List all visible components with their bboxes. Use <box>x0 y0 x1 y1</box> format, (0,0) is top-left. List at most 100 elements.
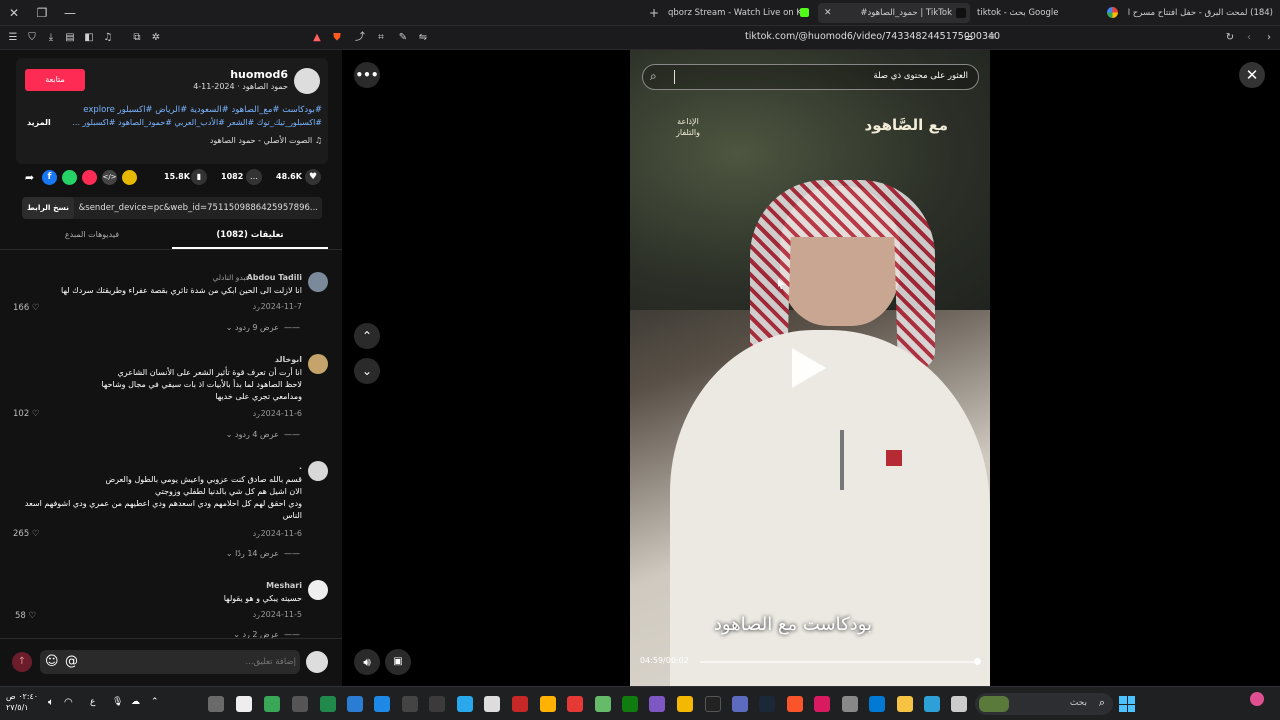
extensions-icon[interactable]: ✲ <box>148 30 164 46</box>
app-settings-icon[interactable] <box>236 696 252 712</box>
comment-like[interactable]: 166 ♡ <box>13 303 40 313</box>
previous-video-button[interactable]: ⌃ <box>354 323 380 349</box>
tab-google[interactable]: tiktok - بحث Google <box>977 3 1097 23</box>
alert-icon[interactable]: ▲ <box>309 30 325 46</box>
app-xbox-icon[interactable] <box>622 696 638 712</box>
tray-chevron-icon[interactable]: ⌃ <box>151 697 159 707</box>
speaker-icon[interactable]: 🔈︎ <box>48 697 54 708</box>
my-avatar[interactable] <box>306 651 328 673</box>
app-green-icon[interactable] <box>595 696 611 712</box>
comment-author[interactable]: . <box>299 462 302 471</box>
next-video-button[interactable]: ⌄ <box>354 358 380 384</box>
forward-icon[interactable]: ‹ <box>1241 30 1257 46</box>
reply-button[interactable]: رد <box>253 610 260 619</box>
app-blue-icon[interactable] <box>374 696 390 712</box>
wifi-icon[interactable]: ◠ <box>64 697 73 708</box>
more-caption-button[interactable]: المزيد <box>27 118 51 127</box>
video-player[interactable]: ⌕ العثور على محتوى ذي صلة مع الصَّاهود ا… <box>630 50 990 686</box>
tab-creator-videos[interactable]: فيديوهات المبدع <box>14 230 170 248</box>
whatsapp-icon[interactable] <box>62 170 77 185</box>
author-avatar[interactable] <box>294 68 320 94</box>
screenshot-icon[interactable]: ⧉ <box>129 30 145 46</box>
reply-button[interactable]: رد <box>253 529 260 538</box>
brave-shield-icon[interactable]: ⛊ <box>329 30 345 46</box>
app-purple-icon[interactable] <box>649 696 665 712</box>
shield-icon[interactable]: ⛉ <box>24 30 40 46</box>
start-icon[interactable] <box>1119 696 1135 712</box>
bookmark-icon[interactable]: ⌑ <box>984 30 1000 46</box>
app-pink-icon[interactable] <box>814 696 830 712</box>
app-steam-icon[interactable] <box>484 696 500 712</box>
comment-icon[interactable]: … <box>246 169 262 185</box>
minimize-window-icon[interactable]: — <box>61 4 79 22</box>
app-telegram-icon[interactable] <box>457 696 473 712</box>
music-icon[interactable]: ♫ <box>100 30 116 46</box>
comment-avatar[interactable] <box>308 354 328 374</box>
tune-icon[interactable]: ⚌ <box>961 30 977 46</box>
app-pdf-icon[interactable] <box>567 696 583 712</box>
pip-icon[interactable]: ▣ <box>385 649 411 675</box>
play-icon[interactable] <box>792 348 826 388</box>
view-replies-button[interactable]: —— عرض 9 ردود ⌄ <box>226 323 300 332</box>
cloud-icon[interactable]: ☁ <box>131 697 140 707</box>
tab-comments[interactable]: تعليقات (1082) <box>172 230 328 248</box>
reply-button[interactable]: رد <box>253 302 260 311</box>
app-opera-icon[interactable] <box>512 696 528 712</box>
share-icon[interactable]: ⤴ <box>352 30 368 46</box>
new-tab-button[interactable]: + <box>645 4 663 22</box>
reload-icon[interactable]: ↻ <box>1222 30 1238 46</box>
comment-avatar[interactable] <box>308 461 328 481</box>
facebook-icon[interactable]: f <box>42 170 57 185</box>
app-cube-icon[interactable] <box>842 696 858 712</box>
follow-button[interactable]: متابعة <box>25 69 85 91</box>
app-store-icon[interactable] <box>869 696 885 712</box>
menu-icon[interactable]: ☰ <box>5 30 21 46</box>
app-grey-icon[interactable] <box>429 696 445 712</box>
sound-label[interactable]: ♫ الصوت الأصلي - حمود الصاهود <box>210 136 322 145</box>
app-dark-icon[interactable] <box>402 696 418 712</box>
app-excel-icon[interactable] <box>320 696 336 712</box>
comment-like[interactable]: 102 ♡ <box>13 409 40 419</box>
app-tool-icon[interactable] <box>292 696 308 712</box>
language-indicator[interactable]: ع <box>90 697 95 707</box>
reply-button[interactable]: رد <box>253 409 260 418</box>
app-chrome-icon[interactable] <box>264 696 280 712</box>
restore-window-icon[interactable]: ❐ <box>33 4 51 22</box>
app-discord-icon[interactable] <box>732 696 748 712</box>
crop-icon[interactable]: ⌗ <box>373 30 389 46</box>
post-comment-button[interactable]: ↑ <box>12 652 32 672</box>
author-username[interactable]: huomod6 <box>230 68 288 81</box>
comment-author[interactable]: ابوخالد <box>275 355 302 364</box>
comment-like[interactable]: 265 ♡ <box>13 529 40 539</box>
app-steam2-icon[interactable] <box>759 696 775 712</box>
tab-youtube[interactable]: (184) لمحت البرق - حفل افتتاح مسرح ا... <box>1128 3 1273 23</box>
close-tab-icon[interactable]: ✕ <box>824 3 832 23</box>
embed-icon[interactable]: </> <box>102 170 117 185</box>
app-word-icon[interactable] <box>347 696 363 712</box>
app-notepad-icon[interactable] <box>208 696 224 712</box>
app-taskview-icon[interactable] <box>951 696 967 712</box>
like-icon[interactable]: ♥ <box>305 169 321 185</box>
reader-icon[interactable]: ▤ <box>62 30 78 46</box>
taskbar-search[interactable]: بحث ⌕ <box>975 693 1113 715</box>
video-link-text[interactable]: ...p=1&sender_device=pc&web_id=751150988… <box>78 203 318 213</box>
back-icon[interactable]: › <box>1261 30 1277 46</box>
clock[interactable]: ٠٢:٤٠ ص ٢٧/٥/١ <box>6 691 38 713</box>
comment-input[interactable] <box>86 653 296 671</box>
app-terminal-icon[interactable] <box>705 696 721 712</box>
comment-like[interactable]: 58 ♡ <box>15 611 36 621</box>
tab-tiktok[interactable]: ✕ #حمود_الصاهود | TikTok <box>818 3 970 23</box>
copy-link-button[interactable]: نسخ الرابط <box>22 197 74 219</box>
caption-line-1[interactable]: #بودكاست #مع_الصاهود #السعودية #الرياض #… <box>83 105 322 115</box>
emoji-icon[interactable]: ☺ <box>45 653 59 671</box>
volume-icon[interactable]: 🔊︎ <box>354 649 380 675</box>
mic-icon[interactable]: 🎙︎ <box>112 697 123 707</box>
mention-icon[interactable]: @ <box>65 653 78 671</box>
app-yellow-icon[interactable] <box>540 696 556 712</box>
close-window-icon[interactable]: ✕ <box>5 4 23 22</box>
send-icon[interactable] <box>82 170 97 185</box>
close-video-button[interactable]: ✕ <box>1239 62 1265 88</box>
comment-author[interactable]: Abdou Tadili <box>247 273 302 282</box>
app-edge-icon[interactable] <box>924 696 940 712</box>
notification-badge[interactable] <box>1250 692 1264 706</box>
